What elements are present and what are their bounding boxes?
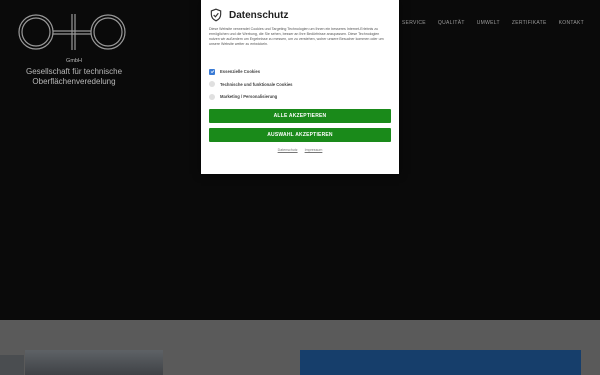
company-logo[interactable]: GmbH Gesellschaft für technische Oberflä… <box>14 10 134 87</box>
nav-zertifikate[interactable]: ZERTIFIKATE <box>512 20 547 26</box>
info-block <box>300 350 581 375</box>
logo-line-1: Gesellschaft für technische <box>25 67 123 76</box>
building-image <box>25 350 163 375</box>
dialog-header: Datenschutz <box>201 0 399 22</box>
option-essential-label: Essenzielle Cookies <box>220 69 261 75</box>
option-marketing[interactable]: Marketing / Personalisierung <box>209 92 391 102</box>
shield-check-icon <box>210 8 222 22</box>
nav-service[interactable]: SERVICE <box>402 20 426 26</box>
option-technical-label: Technische und funktionale Cookies <box>220 81 293 87</box>
check-icon <box>210 70 214 74</box>
logo-mark-icon <box>18 14 126 50</box>
option-technical[interactable]: Technische und funktionale Cookies <box>209 80 391 90</box>
logo-gmbh: GmbH <box>66 58 82 64</box>
option-marketing-label: Marketing / Personalisierung <box>220 94 278 100</box>
essential-checkbox[interactable] <box>209 68 215 75</box>
nav-umwelt[interactable]: UMWELT <box>477 20 500 26</box>
accept-selection-button[interactable]: AUSWAHL AKZEPTIEREN <box>209 127 391 142</box>
logo-text: GmbH Gesellschaft für technische Oberflä… <box>14 56 134 87</box>
nav-kontakt[interactable]: KONTAKT <box>559 20 584 26</box>
logo-line-2: Oberflächenveredelung <box>32 77 116 86</box>
imprint-link[interactable]: Impressum <box>305 148 323 152</box>
dialog-footer-links: Datenschutz Impressum <box>201 148 399 152</box>
side-image <box>0 355 24 375</box>
technical-toggle[interactable] <box>209 81 215 88</box>
cookie-consent-dialog: Datenschutz Diese Website verwendet Cook… <box>201 0 399 174</box>
main-nav: SERVICE QUALITÄT UMWELT ZERTIFIKATE KONT… <box>402 20 584 26</box>
dialog-title: Datenschutz <box>229 9 289 21</box>
accept-all-button[interactable]: ALLE AKZEPTIEREN <box>209 108 391 123</box>
nav-qualitaet[interactable]: QUALITÄT <box>438 20 465 26</box>
privacy-link[interactable]: Datenschutz <box>278 148 298 152</box>
cookie-options: Essenzielle Cookies Technische und funkt… <box>201 67 399 102</box>
option-essential[interactable]: Essenzielle Cookies <box>209 67 391 77</box>
marketing-toggle[interactable] <box>209 93 215 100</box>
dialog-description: Diese Website verwendet Cookies und Targ… <box>209 27 384 46</box>
